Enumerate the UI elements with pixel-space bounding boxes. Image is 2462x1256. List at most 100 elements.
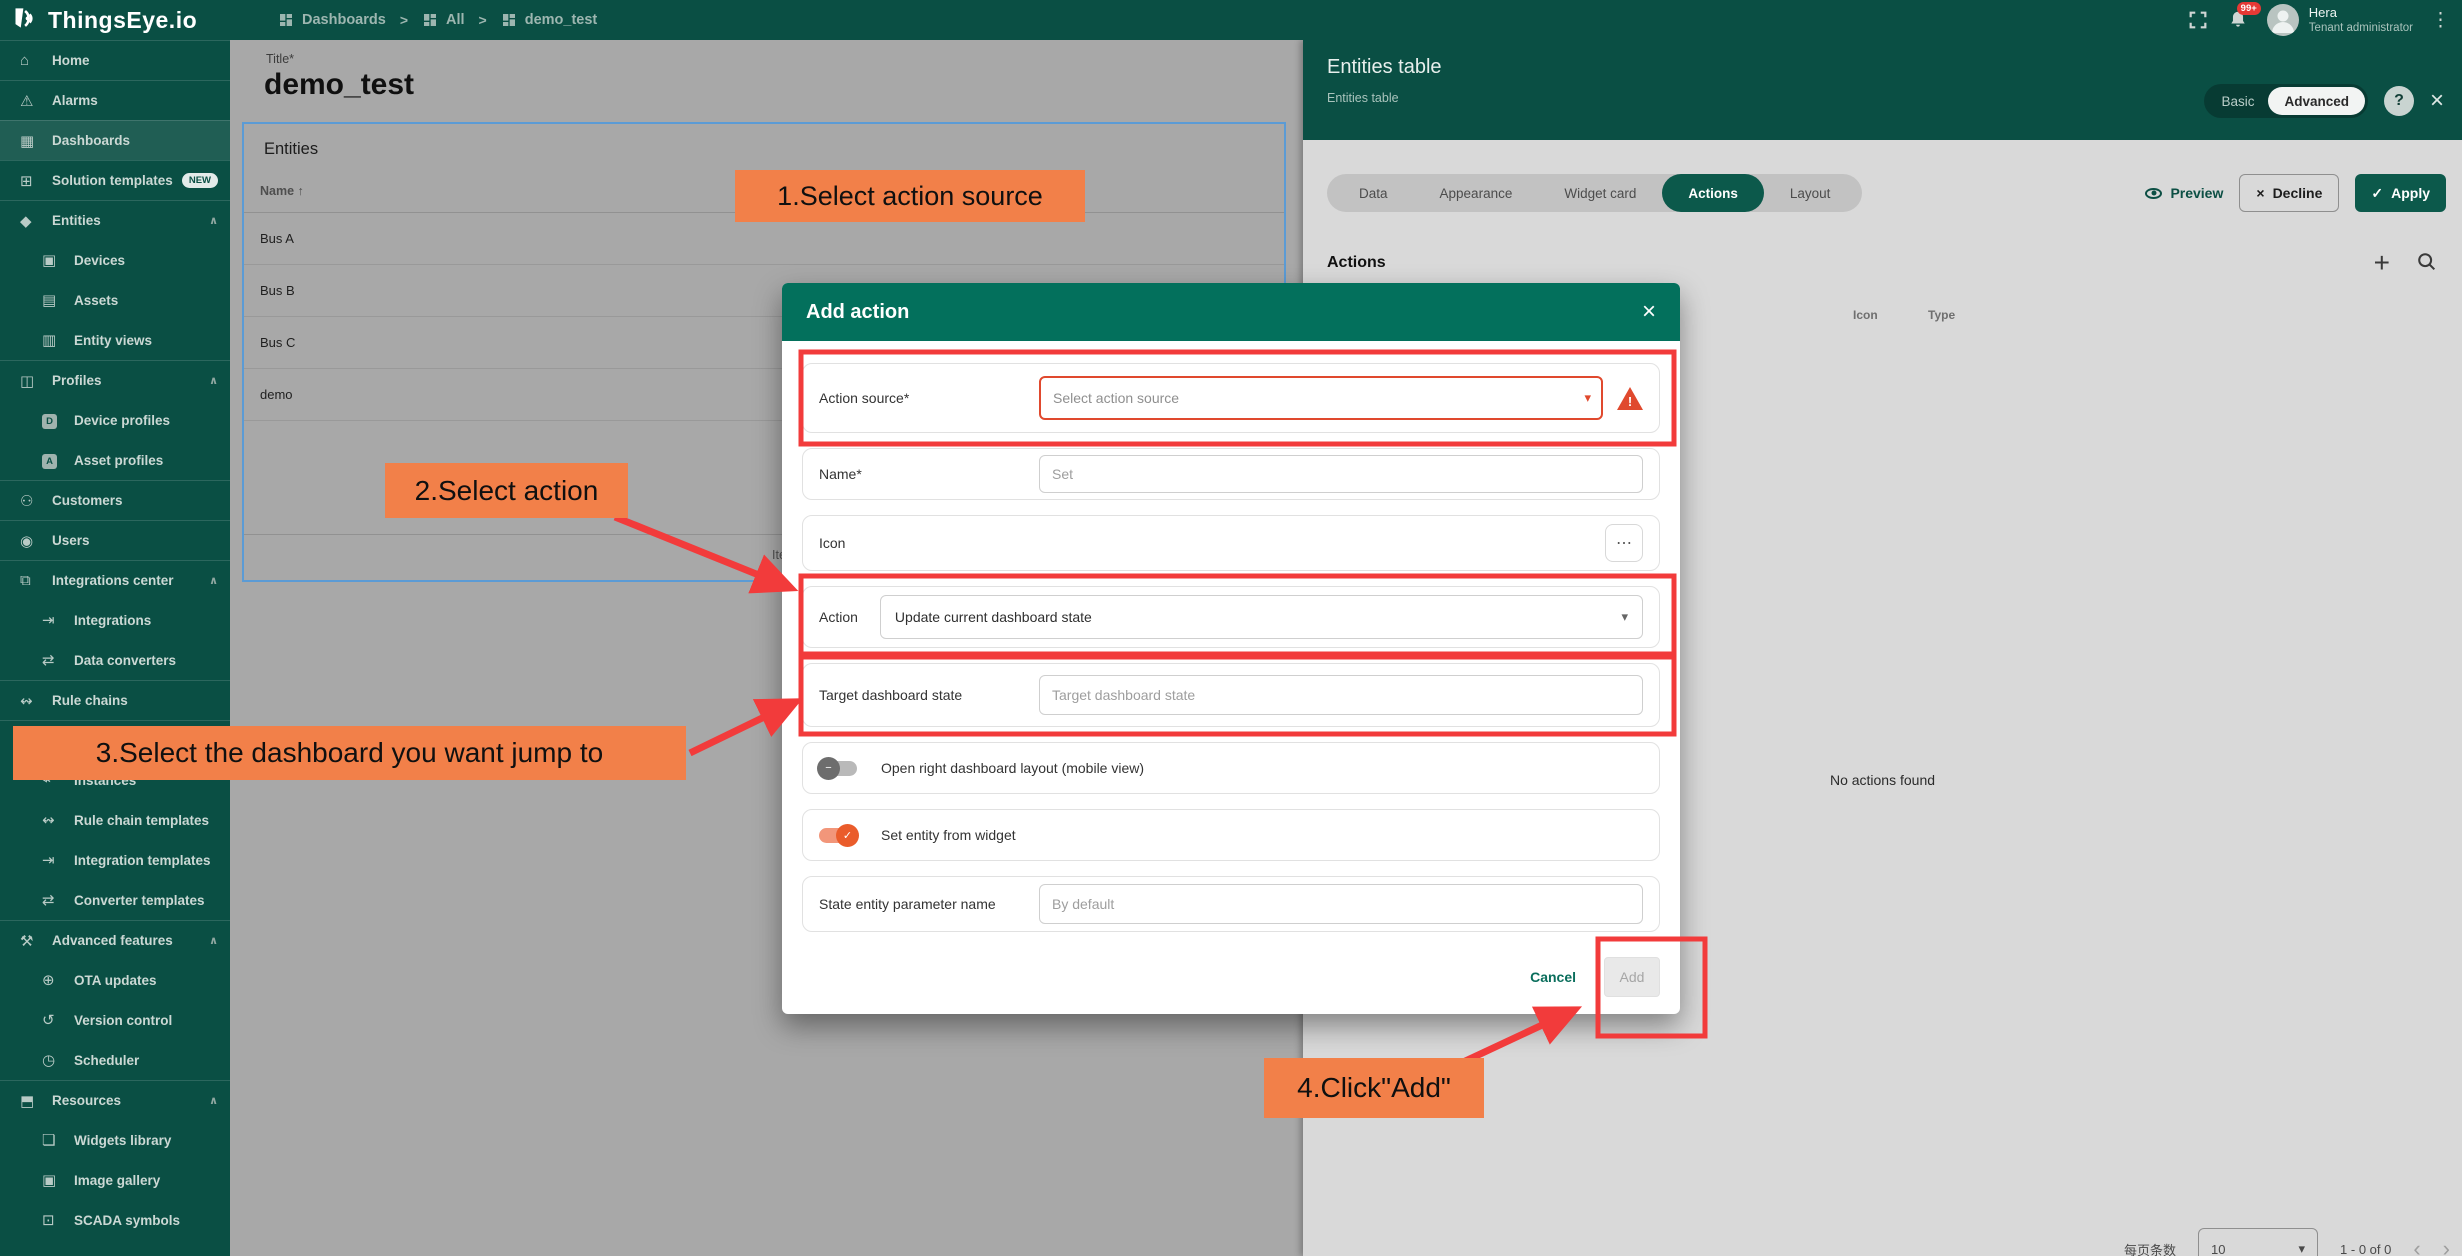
- cancel-button[interactable]: Cancel: [1530, 969, 1576, 985]
- preview-button[interactable]: Preview: [2145, 185, 2223, 201]
- set-entity-toggle[interactable]: ✓: [819, 828, 857, 843]
- tab-layout[interactable]: Layout: [1764, 174, 1857, 212]
- sidebar-item-label: Assets: [74, 293, 118, 308]
- sidebar-item-devices[interactable]: ▣Devices: [0, 240, 230, 280]
- sidebar-item-asset-profiles[interactable]: A Asset profiles: [0, 440, 230, 480]
- sidebar-item-label: Dashboards: [52, 133, 130, 148]
- advanced-features-icon: ⚒: [20, 932, 44, 950]
- sidebar-item-widgets-library[interactable]: ❏Widgets library: [0, 1120, 230, 1160]
- data-converters-icon: ⇄: [42, 651, 66, 669]
- sidebar-item-scada-symbols[interactable]: ⊡SCADA symbols: [0, 1200, 230, 1240]
- sidebar: ⌂Home⚠Alarms▦Dashboards⊞Solution templat…: [0, 40, 230, 1256]
- chevron-down-icon: ▾: [2299, 1241, 2306, 1256]
- apply-button[interactable]: ✓ Apply: [2355, 174, 2446, 212]
- fullscreen-icon[interactable]: [2187, 9, 2209, 31]
- sidebar-item-assets[interactable]: ▤ Assets: [0, 280, 230, 320]
- search-icon[interactable]: [2416, 251, 2438, 276]
- entity-views-icon: ▥: [42, 331, 66, 349]
- sidebar-item-label: Image gallery: [74, 1173, 160, 1188]
- sidebar-item-users[interactable]: ◉Users: [0, 520, 230, 560]
- breadcrumb-item-dashboards[interactable]: Dashboards: [278, 12, 386, 28]
- assets-icon: ▤: [42, 291, 66, 309]
- page-size-select[interactable]: 10 ▾: [2198, 1228, 2318, 1256]
- dashboard-title-value[interactable]: demo_test: [264, 68, 414, 102]
- basic-advanced-toggle[interactable]: Basic Advanced: [2204, 84, 2368, 118]
- action-select[interactable]: Update current dashboard state ▾: [880, 595, 1643, 639]
- user-menu[interactable]: Hera Tenant administrator: [2267, 4, 2413, 36]
- version-control-icon: ↺: [42, 1011, 66, 1029]
- sidebar-item-entity-views[interactable]: ▥ Entity views: [0, 320, 230, 360]
- sidebar-item-converter-templates[interactable]: ⇄Converter templates: [0, 880, 230, 920]
- tab-widget-card[interactable]: Widget card: [1538, 174, 1662, 212]
- page-next-icon[interactable]: ›: [2443, 1236, 2450, 1256]
- panel-header-controls: Basic Advanced ? ×: [2204, 84, 2444, 118]
- sidebar-item-ota-updates[interactable]: ⊕OTA updates: [0, 960, 230, 1000]
- sidebar-item-solution-templates[interactable]: ⊞Solution templatesNEW: [0, 160, 230, 200]
- sidebar-item-scheduler[interactable]: ◷Scheduler: [0, 1040, 230, 1080]
- sidebar-item-label: OTA updates: [74, 973, 157, 988]
- sidebar-item-profiles[interactable]: ◫Profiles∧: [0, 360, 230, 400]
- notifications-bell-icon[interactable]: 99+: [2227, 9, 2249, 31]
- sidebar-item-label: Widgets library: [74, 1133, 171, 1148]
- sidebar-item-rule-chain-templates[interactable]: ↭Rule chain templates: [0, 800, 230, 840]
- page-prev-icon[interactable]: ‹: [2413, 1236, 2420, 1256]
- kebab-menu-icon[interactable]: ⋮: [2431, 9, 2450, 32]
- sidebar-item-data-converters[interactable]: ⇄Data converters: [0, 640, 230, 680]
- sidebar-item-label: Integrations: [74, 613, 151, 628]
- state-param-field[interactable]: [1039, 884, 1643, 924]
- column-header-icon[interactable]: Icon: [1853, 308, 1878, 322]
- sidebar-item-image-gallery[interactable]: ▣Image gallery: [0, 1160, 230, 1200]
- sidebar-item-alarms[interactable]: ⚠Alarms: [0, 80, 230, 120]
- panel-close-icon[interactable]: ×: [2430, 87, 2444, 115]
- decline-button[interactable]: × Decline: [2239, 174, 2339, 212]
- help-icon[interactable]: ?: [2384, 86, 2414, 116]
- dialog-close-icon[interactable]: ×: [1642, 298, 1656, 326]
- sidebar-item-label: Asset profiles: [74, 453, 163, 468]
- mode-option-advanced[interactable]: Advanced: [2268, 87, 2365, 115]
- icon-row: Icon ⋯: [802, 515, 1660, 571]
- breadcrumb-separator: >: [479, 12, 487, 28]
- icon-picker-more-icon[interactable]: ⋯: [1605, 524, 1643, 562]
- state-param-label: State entity parameter name: [819, 896, 1039, 912]
- widget-title: Entities: [264, 140, 318, 159]
- sidebar-item-device-profiles[interactable]: DDevice profiles: [0, 400, 230, 440]
- sidebar-item-label: Resources: [52, 1093, 121, 1108]
- column-header-type[interactable]: Type: [1928, 308, 1955, 322]
- add-button[interactable]: Add: [1604, 957, 1660, 997]
- sidebar-item-integrations-center[interactable]: ⧉Integrations center∧: [0, 560, 230, 600]
- sidebar-item-resources[interactable]: ⬒Resources∧: [0, 1080, 230, 1120]
- topbar-right: 99+ Hera Tenant administrator ⋮: [2187, 0, 2450, 40]
- sidebar-item-home[interactable]: ⌂Home: [0, 40, 230, 80]
- sidebar-item-label: Advanced features: [52, 933, 173, 948]
- sidebar-item-entities[interactable]: ◆Entities∧: [0, 200, 230, 240]
- user-role: Tenant administrator: [2309, 21, 2413, 35]
- action-source-select[interactable]: [1039, 376, 1603, 420]
- add-action-icon[interactable]: +: [2374, 249, 2390, 277]
- sidebar-item-label: Entity views: [74, 333, 152, 348]
- tab-appearance[interactable]: Appearance: [1414, 174, 1539, 212]
- tab-data[interactable]: Data: [1333, 174, 1414, 212]
- sidebar-item-integration-templates[interactable]: ⇥Integration templates: [0, 840, 230, 880]
- sidebar-item-rule-chains[interactable]: ↭Rule chains: [0, 680, 230, 720]
- target-state-field[interactable]: [1039, 675, 1643, 715]
- mobile-layout-toggle[interactable]: −: [819, 761, 857, 776]
- breadcrumb-item-demo-test[interactable]: demo_test: [501, 12, 598, 28]
- tab-actions[interactable]: Actions: [1662, 174, 1764, 212]
- asset-profile-icon: A: [42, 451, 66, 469]
- sidebar-item-dashboards[interactable]: ▦Dashboards: [0, 120, 230, 160]
- widget-column-header[interactable]: Name ↑: [260, 184, 304, 198]
- sidebar-item-label: Entities: [52, 213, 101, 228]
- logo[interactable]: ThingsEye.io: [0, 4, 230, 37]
- pagination-range: 1 - 0 of 0: [2340, 1242, 2391, 1256]
- action-label: Action: [819, 609, 858, 625]
- name-field[interactable]: [1039, 455, 1643, 493]
- sidebar-item-version-control[interactable]: ↺Version control: [0, 1000, 230, 1040]
- sidebar-item-label: Integration templates: [74, 853, 211, 868]
- sidebar-item-integrations[interactable]: ⇥Integrations: [0, 600, 230, 640]
- mode-option-basic[interactable]: Basic: [2207, 94, 2268, 109]
- sidebar-item-advanced-features[interactable]: ⚒Advanced features∧: [0, 920, 230, 960]
- sidebar-item-customers[interactable]: ⚇Customers: [0, 480, 230, 520]
- sidebar-item-label: Scheduler: [74, 1053, 139, 1068]
- action-source-row: Action source* ▾: [802, 363, 1660, 433]
- breadcrumb-item-all[interactable]: All: [422, 12, 465, 28]
